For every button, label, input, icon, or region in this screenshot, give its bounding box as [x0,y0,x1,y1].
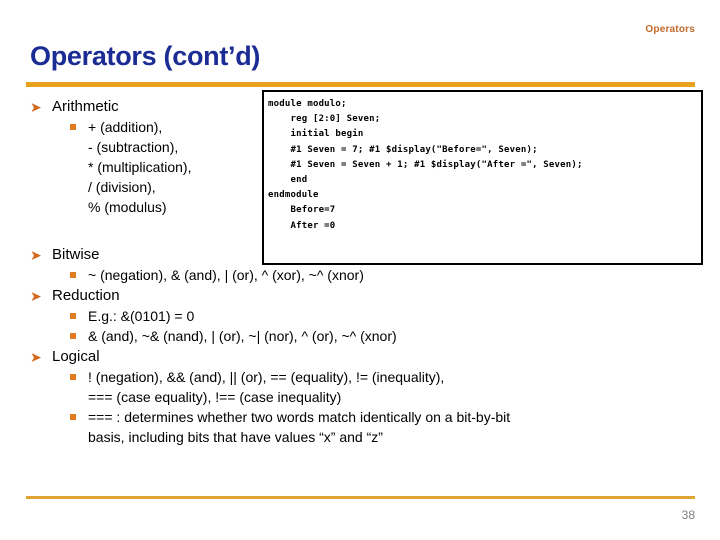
bullet-label: & (and), ~& (nand), | (or), ~| (nor), ^ … [88,328,397,344]
bullet-label: Reduction [52,287,120,304]
arrow-bullet-icon: ➤ [30,99,42,115]
bullet-arithmetic-operators: + (addition), - (subtraction), * (multip… [0,117,720,217]
slide-corner-label: Operators [645,24,695,35]
bullet-case-equality-note: === : determines whether two words match… [0,407,720,447]
square-bullet-icon [70,414,76,420]
square-bullet-icon [70,124,76,130]
bullet-label: basis, including bits that have values “… [88,429,383,445]
bullet-bitwise-operators: ~ (negation), & (and), | (or), ^ (xor), … [0,265,720,285]
square-bullet-icon [70,272,76,278]
bullet-label: + (addition), [88,119,163,135]
bullet-label: Logical [52,348,100,365]
arrow-bullet-icon: ➤ [30,349,42,365]
bullet-label: === (case equality), !== (case inequalit… [88,389,342,405]
page-title: Operators (cont’d) [30,41,261,71]
bullet-label: ! (negation), && (and), || (or), == (equ… [88,369,445,385]
bullet-label: ~ (negation), & (and), | (or), ^ (xor), … [88,267,364,283]
arrow-bullet-icon: ➤ [30,247,42,263]
bullet-logical: ➤ Logical [0,346,720,367]
bullet-reduction-operators: & (and), ~& (nand), | (or), ~| (nor), ^ … [0,326,720,346]
bullet-label: E.g.: &(0101) = 0 [88,308,195,324]
bullet-arithmetic: ➤ Arithmetic [0,96,720,117]
bullet-label: - (subtraction), [88,139,179,155]
bullet-logical-operators: ! (negation), && (and), || (or), == (equ… [0,367,720,407]
outline-spacer [0,217,720,244]
square-bullet-icon [70,333,76,339]
square-bullet-icon [70,374,76,380]
page-number: 38 [681,508,695,522]
bullet-reduction-example: E.g.: &(0101) = 0 [0,306,720,326]
bullet-reduction: ➤ Reduction [0,285,720,306]
square-bullet-icon [70,313,76,319]
bullet-label: Arithmetic [52,98,119,115]
bullet-bitwise: ➤ Bitwise [0,244,720,265]
footer-divider-rule [26,496,695,499]
bullet-label: % (modulus) [88,199,167,215]
bullet-label: / (division), [88,179,156,195]
slide-outline: ➤ Arithmetic + (addition), - (subtractio… [0,96,720,447]
bullet-label: Bitwise [52,246,100,263]
bullet-label: * (multiplication), [88,159,192,175]
bullet-label: === : determines whether two words match… [88,409,511,425]
arrow-bullet-icon: ➤ [30,288,42,304]
title-divider-rule [26,82,695,87]
